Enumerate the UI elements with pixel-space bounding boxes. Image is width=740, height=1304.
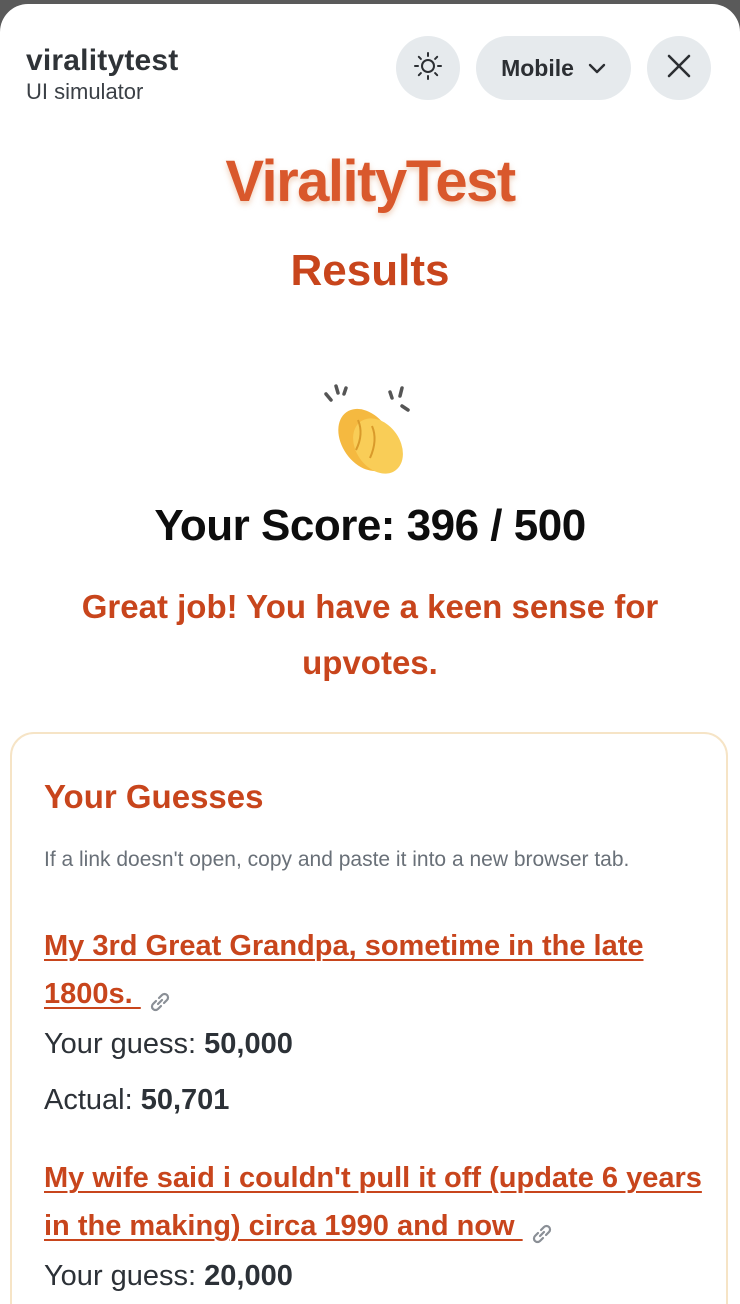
brand-logo: ViralityTest	[225, 149, 516, 214]
simulator-header: viralitytest UI simulator	[26, 44, 178, 106]
score-text: Your Score: 396 / 500	[154, 501, 586, 550]
score-message: Great job! You have a keen sense for upv…	[81, 588, 659, 681]
guess-label: Your guess:	[44, 1260, 205, 1292]
actual-row: Actual: 50,701	[44, 1082, 704, 1118]
link-icon	[147, 982, 173, 1012]
device-mode-label: Mobile	[501, 54, 574, 81]
link-hint: If a link doesn't open, copy and paste i…	[44, 848, 630, 871]
app-name: viralitytest	[26, 44, 179, 77]
clapping-hands-icon	[318, 380, 418, 480]
guess-row: Your guess: 20,000	[44, 1258, 704, 1294]
actual-value: 50,701	[140, 1084, 230, 1116]
close-button[interactable]	[647, 36, 711, 100]
close-icon	[666, 53, 692, 84]
app-subtitle: UI simulator	[26, 79, 144, 104]
chevron-down-icon	[588, 62, 606, 74]
guess-row: Your guess: 50,000	[44, 1026, 704, 1062]
guesses-card: Your Guesses If a link doesn't open, cop…	[10, 732, 728, 1304]
guess-item: My 3rd Great Grandpa, sometime in the la…	[44, 922, 704, 1118]
sun-icon	[413, 51, 443, 86]
post-link[interactable]: My 3rd Great Grandpa, sometime in the la…	[44, 922, 704, 1018]
guesses-title: Your Guesses	[44, 778, 264, 815]
guess-value: 50,000	[204, 1028, 293, 1060]
post-title: My wife said i couldn't pull it off (upd…	[44, 1162, 702, 1242]
simulator-panel: viralitytest UI simulator Mobile Viralit…	[0, 4, 740, 1304]
results-heading: Results	[290, 246, 450, 295]
post-title: My 3rd Great Grandpa, sometime in the la…	[44, 930, 644, 1010]
theme-toggle-button[interactable]	[396, 36, 460, 100]
post-link[interactable]: My wife said i couldn't pull it off (upd…	[44, 1154, 704, 1250]
guess-label: Your guess:	[44, 1028, 205, 1060]
device-mode-dropdown[interactable]: Mobile	[476, 36, 631, 100]
guess-item: My wife said i couldn't pull it off (upd…	[44, 1154, 704, 1294]
link-icon	[529, 1214, 555, 1244]
actual-label: Actual:	[44, 1084, 141, 1116]
guess-value: 20,000	[204, 1260, 293, 1292]
